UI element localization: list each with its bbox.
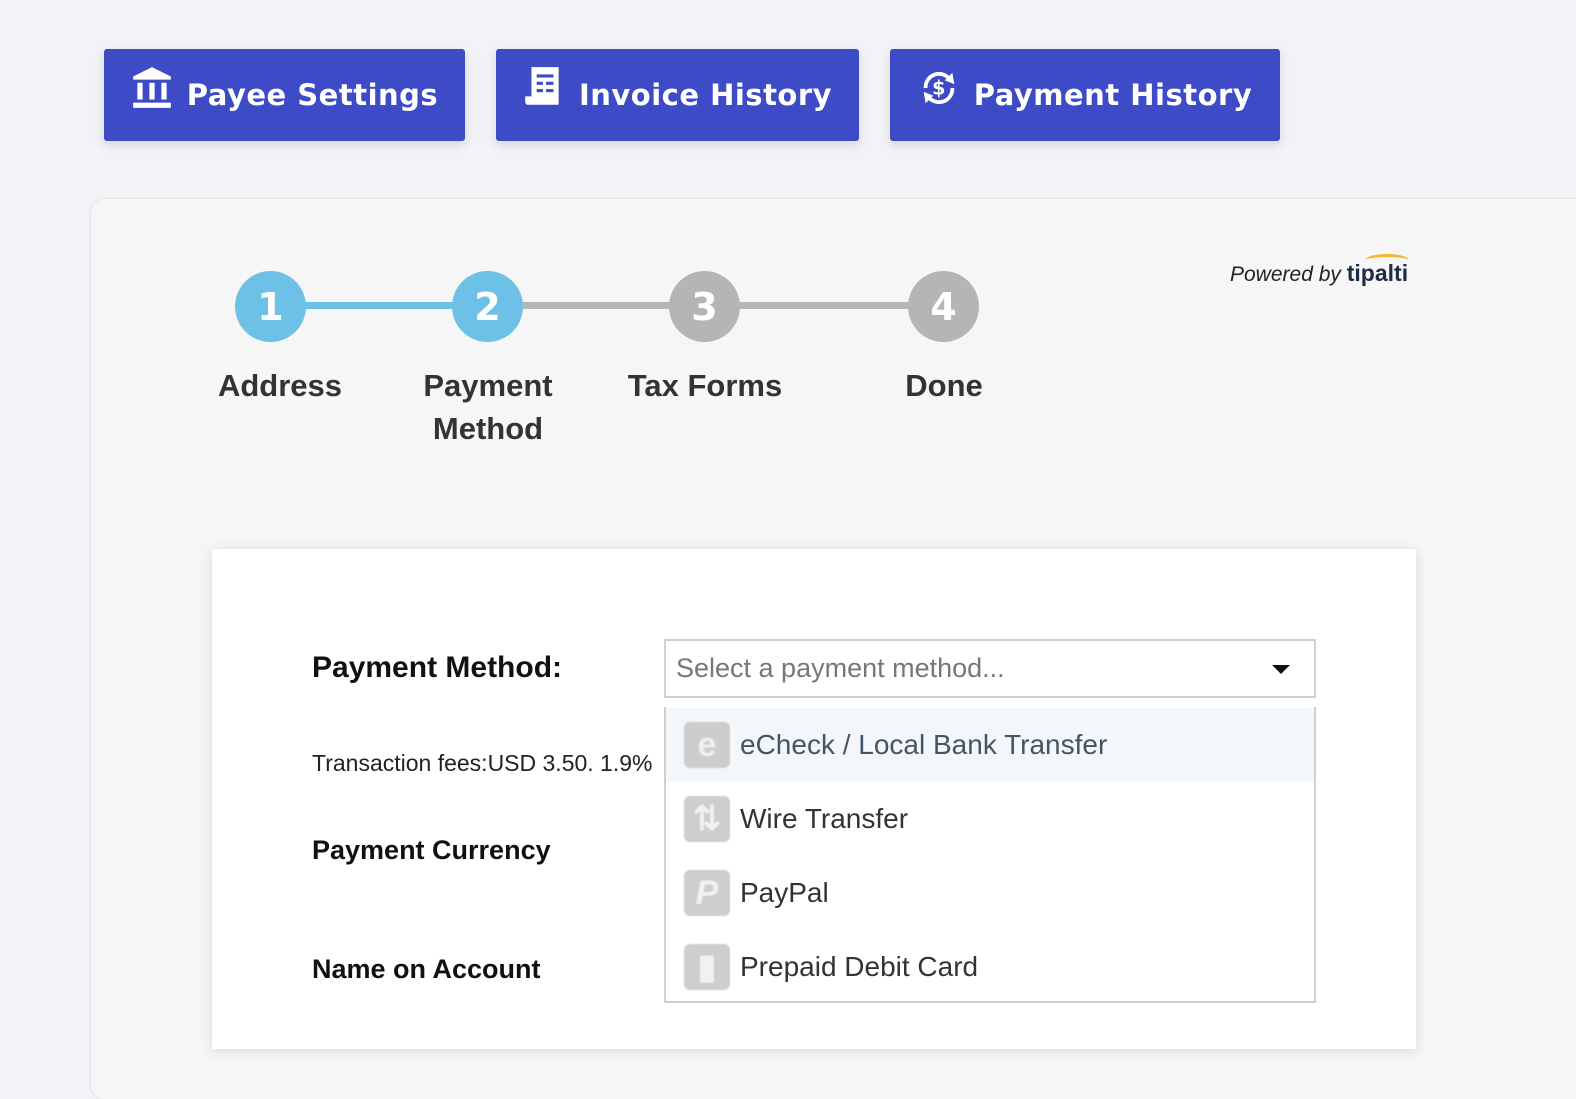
- wire-transfer-icon: ⇅: [684, 796, 730, 842]
- receipt-icon: [523, 65, 565, 111]
- transaction-fees-text: Transaction fees:USD 3.50. 1.9%: [312, 750, 653, 776]
- tipalti-logo: tipalti: [1347, 254, 1409, 286]
- step-4-label: Done: [905, 368, 983, 403]
- paypal-icon: P: [684, 870, 730, 916]
- invoice-history-label: Invoice History: [578, 78, 833, 112]
- option-label: eCheck / Local Bank Transfer: [740, 729, 1108, 760]
- option-label: PayPal: [740, 877, 829, 908]
- payee-settings-label: Payee Settings: [186, 78, 439, 112]
- payment-method-dropdown: e eCheck / Local Bank Transfer ⇅ Wire Tr…: [664, 707, 1316, 1003]
- option-paypal[interactable]: P PayPal: [666, 856, 1314, 930]
- step-3-circle: 3: [669, 271, 740, 342]
- currency-refresh-icon: $: [918, 65, 960, 111]
- payment-history-button[interactable]: $ Payment History: [890, 49, 1280, 141]
- option-label: Prepaid Debit Card: [740, 951, 979, 982]
- debit-card-icon: ▮: [684, 944, 730, 990]
- chevron-down-icon: [1272, 665, 1290, 674]
- step-1-label: Address: [217, 368, 343, 403]
- step-connector-1: [300, 302, 460, 309]
- option-wire-transfer[interactable]: ⇅ Wire Transfer: [666, 782, 1314, 856]
- step-connector-3: [735, 302, 915, 309]
- invoice-history-button[interactable]: Invoice History: [496, 49, 859, 141]
- payment-currency-label: Payment Currency: [312, 835, 551, 865]
- bank-icon: [131, 65, 173, 111]
- payment-method-placeholder: Select a payment method...: [676, 653, 1005, 683]
- payee-settings-button[interactable]: Payee Settings: [104, 49, 465, 141]
- svg-text:$: $: [932, 77, 946, 100]
- step-4-circle: 4: [908, 271, 979, 342]
- option-label: Wire Transfer: [740, 803, 909, 834]
- step-connector-2: [518, 302, 678, 309]
- name-on-account-label: Name on Account: [312, 954, 541, 984]
- step-1-circle[interactable]: 1: [235, 271, 306, 342]
- echeck-icon: e: [684, 722, 730, 768]
- option-prepaid-debit-card[interactable]: ▮ Prepaid Debit Card: [666, 930, 1314, 1004]
- option-echeck[interactable]: e eCheck / Local Bank Transfer: [666, 708, 1314, 782]
- powered-by-prefix: Powered by: [1230, 263, 1341, 286]
- payment-history-label: Payment History: [973, 78, 1253, 112]
- step-2-label: Payment Method: [423, 368, 553, 446]
- payment-method-select[interactable]: Select a payment method...: [664, 639, 1316, 698]
- payment-method-label: Payment Method:: [312, 651, 563, 684]
- step-3-label: Tax Forms: [627, 368, 783, 403]
- powered-by-tipalti: Powered by tipalti: [1230, 254, 1409, 287]
- step-2-circle[interactable]: 2: [452, 271, 523, 342]
